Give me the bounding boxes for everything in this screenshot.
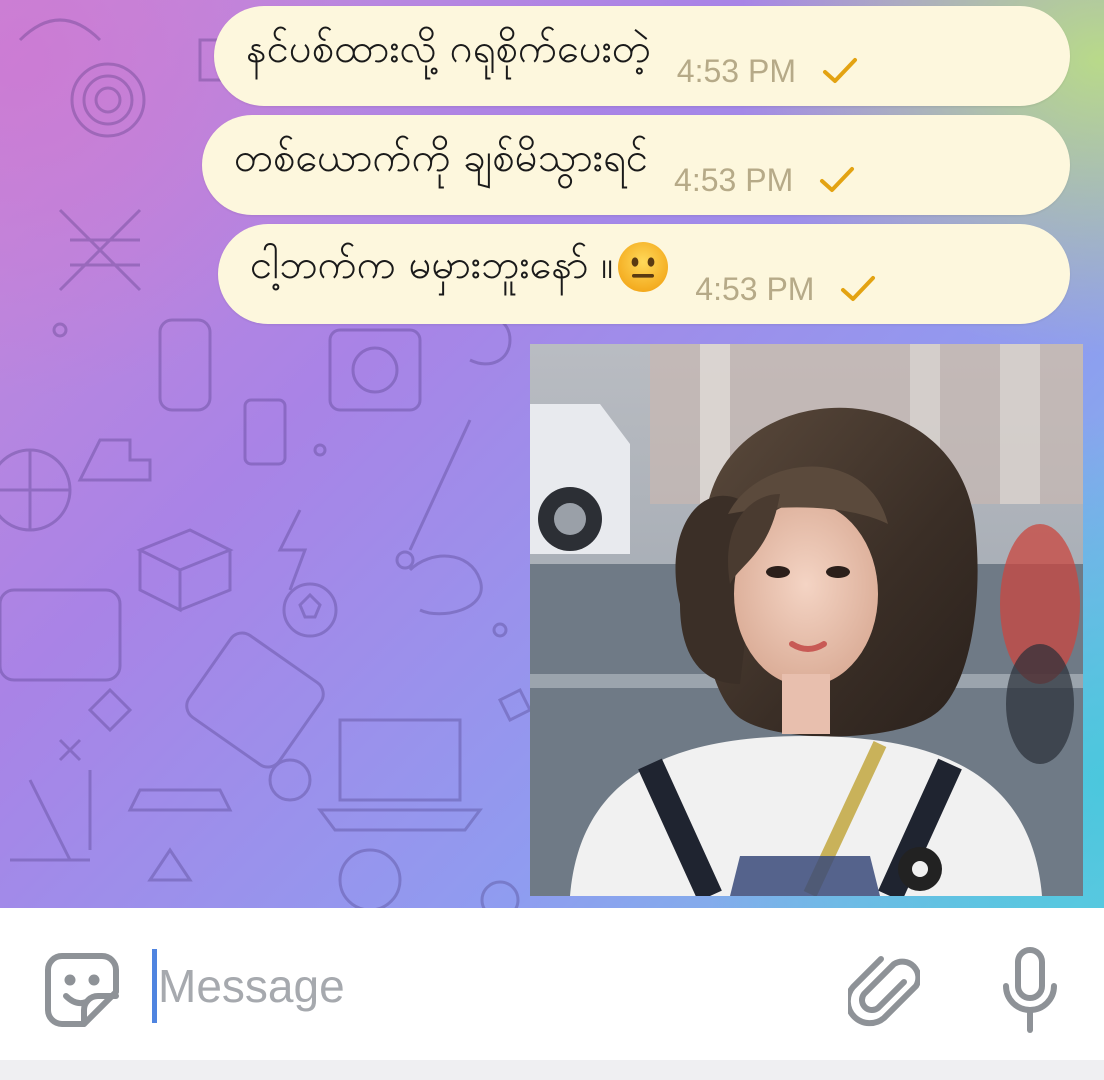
message-text: နင်ပစ်ထားလို့ ဂရုစိုက်ပေးတဲ့	[246, 26, 651, 72]
message-time: 4:53 PM	[695, 270, 815, 307]
check-icon	[820, 167, 855, 192]
message-time: 4:53 PM	[674, 161, 794, 198]
message-bubble[interactable]: နင်ပစ်ထားလို့ ဂရုစိုက်ပေးတဲ့ 4:53 PM	[214, 6, 1070, 106]
message-bubble[interactable]: တစ်ယောက်ကို ချစ်မိသွားရင် 4:53 PM	[202, 115, 1070, 215]
message-text: ငါ့ဘက်က မမှားဘူးနော် ။	[250, 241, 669, 293]
message-input[interactable]	[158, 948, 808, 1024]
message-meta: 4:53 PM	[674, 162, 855, 199]
navigation-bar	[0, 1060, 1104, 1080]
message-meta: 4:53 PM	[695, 271, 876, 308]
message-time: 4:53 PM	[676, 52, 796, 89]
check-icon	[841, 276, 876, 301]
check-icon	[822, 58, 857, 83]
message-bubble[interactable]: ငါ့ဘက်က မမှားဘူးနော် ။ 4:53 PM	[218, 224, 1070, 324]
message-composer	[0, 908, 1104, 1060]
paperclip-icon[interactable]	[848, 952, 920, 1028]
text-cursor	[152, 949, 157, 1023]
neutral-face-emoji	[618, 242, 669, 292]
photo-message[interactable]	[530, 344, 1083, 896]
chat-screen: နင်ပစ်ထားလို့ ဂရုစိုက်ပေးတဲ့ 4:53 PM တစ်…	[0, 0, 1104, 1080]
microphone-icon[interactable]	[994, 944, 1066, 1036]
message-text: တစ်ယောက်ကို ချစ်မိသွားရင်	[234, 135, 649, 181]
sticker-icon[interactable]	[42, 950, 122, 1030]
message-meta: 4:53 PM	[677, 53, 858, 90]
message-text-body: ငါ့ဘက်က မမှားဘူးနော် ။	[250, 242, 614, 288]
photo-of-woman	[530, 344, 1083, 896]
